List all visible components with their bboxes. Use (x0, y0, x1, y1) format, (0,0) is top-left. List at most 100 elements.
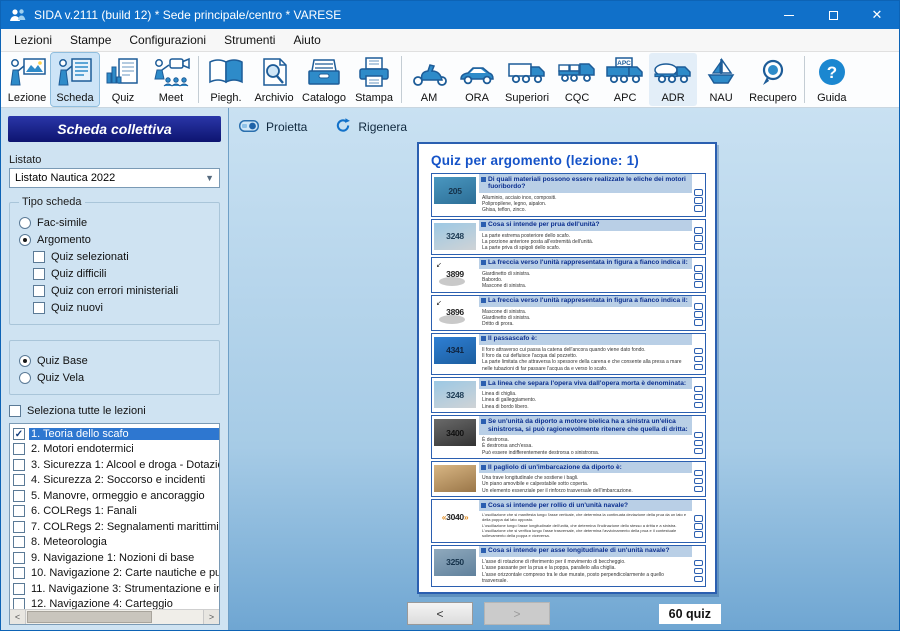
menu-item-aiuto[interactable]: Aiuto (284, 30, 329, 50)
toolbar-button-stampa[interactable]: Stampa (350, 53, 398, 106)
select-all-lessons-checkbox[interactable]: Seleziona tutte le lezioni (9, 405, 220, 417)
tipo-scheda-checkboxes: Quiz selezionati Quiz difficili Quiz con… (16, 251, 213, 314)
checkbox-option[interactable]: Quiz difficili (33, 268, 210, 280)
question-number-badge (481, 419, 486, 424)
radio-icon (19, 355, 31, 367)
lesson-checkbox[interactable] (13, 459, 25, 471)
checkbox-option[interactable]: Quiz con errori ministeriali (33, 285, 210, 297)
checkbox-option[interactable]: Quiz nuovi (33, 302, 210, 314)
radio-option[interactable]: Argomento (19, 234, 210, 246)
toolbar-button-nau[interactable]: NAU (697, 53, 745, 106)
vf-marker-box (694, 197, 703, 204)
vf-markers (692, 296, 705, 330)
quiz-image-number: 4341 (446, 345, 464, 355)
lesson-item[interactable]: 8. Meteorologia (10, 535, 219, 551)
next-page-button[interactable]: > (484, 602, 550, 625)
toolbar-button-meet[interactable]: Meet (147, 53, 195, 106)
quiz-count-badge: 60 quiz (659, 604, 721, 624)
sidebar-header: Scheda collettiva (8, 116, 221, 142)
quiz-answer: L'oscillazione che si verifica lungo l'a… (482, 529, 690, 539)
tipo-scheda-radios: Fac-simile Argomento (16, 217, 213, 246)
toolbar-button-label: Scheda (56, 92, 93, 104)
lesson-checkbox[interactable] (13, 474, 25, 486)
toolbar-button-archivio[interactable]: Archivio (250, 53, 298, 106)
lesson-label: 8. Meteorologia (29, 536, 109, 548)
prev-page-button[interactable]: < (407, 602, 473, 625)
book-icon (206, 56, 246, 88)
close-button[interactable]: ✕ (855, 1, 899, 29)
menu-item-strumenti[interactable]: Strumenti (215, 30, 284, 50)
toolbar-button-am[interactable]: AM (405, 53, 453, 106)
scroll-left-arrow[interactable]: < (10, 610, 26, 624)
quiz-item: 3250 Cosa si intende per asse longitudin… (431, 545, 706, 587)
quiz-image: ↙ 3896 (434, 299, 476, 326)
lesson-item[interactable]: 9. Navigazione 1: Nozioni di base (10, 550, 219, 566)
scroll-right-arrow[interactable]: > (203, 610, 219, 624)
quiz-question: La linea che separa l'opera viva dall'op… (479, 378, 692, 389)
toolbar-button-superiori[interactable]: Superiori (501, 53, 553, 106)
scrollbar-thumb[interactable] (27, 611, 152, 623)
radio-option[interactable]: Fac-simile (19, 217, 210, 229)
checkbox-option[interactable]: Quiz selezionati (33, 251, 210, 263)
lesson-item[interactable]: 2. Motori endotermici (10, 442, 219, 458)
toolbar-button-label: Stampa (355, 92, 393, 104)
lesson-checkbox[interactable] (13, 536, 25, 548)
quiz-answer: Linea di bordo libero. (482, 404, 690, 410)
lesson-item[interactable]: 7. COLRegs 2: Segnalamenti marittimi e m… (10, 519, 219, 535)
vf-markers (692, 500, 705, 542)
maximize-button[interactable] (811, 1, 855, 29)
lesson-checkbox[interactable] (13, 552, 25, 564)
lesson-item[interactable]: ✓ 1. Teoria dello scafo (10, 426, 219, 442)
question-number-badge (481, 503, 486, 508)
toolbar-button-cqc[interactable]: CQC (553, 53, 601, 106)
listato-dropdown[interactable]: Listato Nautica 2022 ▼ (9, 168, 220, 188)
horizontal-scrollbar[interactable]: < > (10, 609, 219, 624)
menu-item-lezioni[interactable]: Lezioni (5, 30, 61, 50)
lesson-checkbox[interactable] (13, 443, 25, 455)
lesson-item[interactable]: 6. COLRegs 1: Fanali (10, 504, 219, 520)
quiz-question: Se un'unità da diporto a motore bielica … (479, 416, 692, 435)
lesson-checkbox[interactable] (13, 505, 25, 517)
toolbar-button-quiz[interactable]: Quiz (99, 53, 147, 106)
menu-bar: LezioniStampeConfigurazioniStrumentiAiut… (1, 29, 899, 52)
lesson-item[interactable]: 12. Navigazione 4: Carteggio (10, 597, 219, 610)
toolbar-button-recupero[interactable]: Recupero (745, 53, 801, 106)
toolbar-button-lezione[interactable]: Lezione (3, 53, 51, 106)
proietta-button[interactable]: Proietta (239, 120, 307, 135)
toolbar-button-ora[interactable]: ORA (453, 53, 501, 106)
vf-markers (692, 546, 705, 586)
minimize-button[interactable] (767, 1, 811, 29)
quiz-sheet-title: Quiz per argomento (lezione: 1) (431, 153, 706, 168)
lesson-checkbox[interactable] (13, 521, 25, 533)
rigenera-button[interactable]: Rigenera (335, 118, 407, 136)
lessons-listbox: ✓ 1. Teoria dello scafo 2. Motori endote… (9, 423, 220, 625)
menu-item-configurazioni[interactable]: Configurazioni (120, 30, 215, 50)
quiz-answer: Un elemento essenziale per il rinforzo t… (482, 488, 690, 494)
lesson-checkbox[interactable] (13, 490, 25, 502)
toolbar-button-guida[interactable]: ? Guida (808, 53, 856, 106)
toolbar-button-piegh[interactable]: Piegh. (202, 53, 250, 106)
toolbar-button-scheda[interactable]: Scheda (51, 53, 99, 106)
vf-markers (692, 416, 705, 458)
vf-marker-box (694, 303, 703, 310)
menu-item-stampe[interactable]: Stampe (61, 30, 120, 50)
lesson-item[interactable]: 5. Manovre, ormeggio e ancoraggio (10, 488, 219, 504)
lesson-checkbox[interactable] (13, 598, 25, 609)
toolbar-button-adr[interactable]: ADR (649, 53, 697, 106)
radio-option[interactable]: Quiz Base (19, 355, 210, 367)
lesson-item[interactable]: 4. Sicurezza 2: Soccorso e incidenti (10, 473, 219, 489)
lesson-checkbox[interactable]: ✓ (13, 428, 25, 440)
quiz-image-number: 3248 (446, 231, 464, 241)
lesson-checkbox[interactable] (13, 567, 25, 579)
quiz-answer: Dritto di prora. (482, 321, 690, 327)
main-panel: Proietta Rigenera Quiz per argomento (le… (229, 108, 899, 630)
chevron-down-icon: ▼ (205, 173, 214, 183)
lesson-checkbox[interactable] (13, 583, 25, 595)
lesson-item[interactable]: 11. Navigazione 3: Strumentazione e intr… (10, 581, 219, 597)
toolbar-button-catalogo[interactable]: Catalogo (298, 53, 350, 106)
toolbar-button-apc[interactable]: APC APC (601, 53, 649, 106)
recover-icon (753, 56, 793, 88)
lesson-item[interactable]: 10. Navigazione 2: Carte nautiche e pubb… (10, 566, 219, 582)
radio-option[interactable]: Quiz Vela (19, 372, 210, 384)
lesson-item[interactable]: 3. Sicurezza 1: Alcool e droga - Dotazio… (10, 457, 219, 473)
